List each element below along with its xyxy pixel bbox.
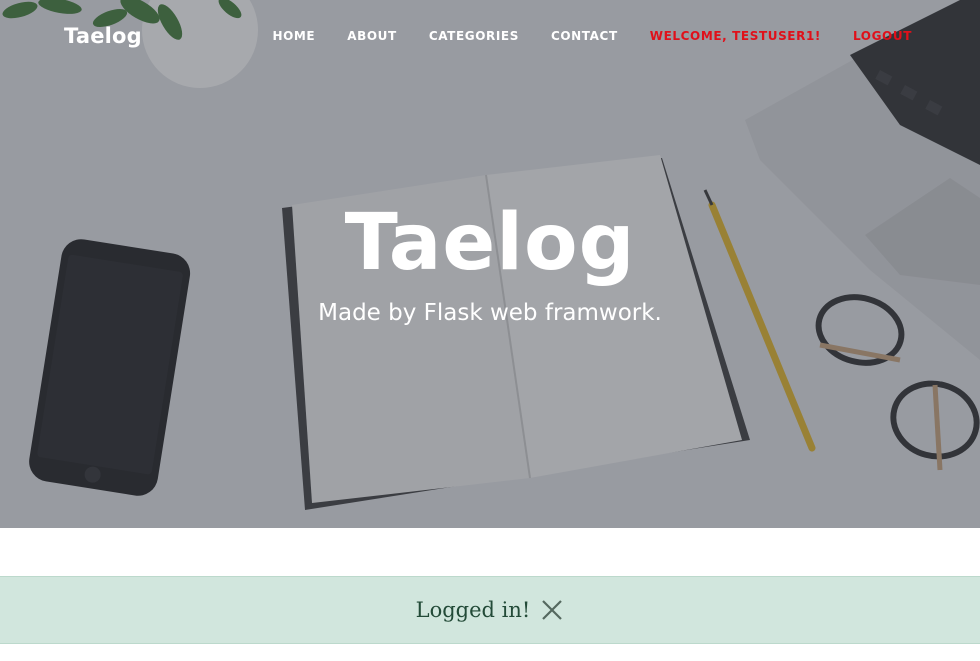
- main-nav: HOME ABOUT CATEGORIES CONTACT WELCOME, T…: [240, 29, 912, 43]
- alert-message: Logged in!: [415, 598, 531, 622]
- flash-alert: Logged in!: [0, 576, 980, 644]
- close-icon[interactable]: [540, 598, 564, 622]
- nav-about[interactable]: ABOUT: [347, 29, 397, 43]
- nav-home[interactable]: HOME: [272, 29, 315, 43]
- hero-header: Taelog HOME ABOUT CATEGORIES CONTACT WEL…: [0, 0, 980, 528]
- nav-logout[interactable]: LOGOUT: [853, 29, 912, 43]
- hero-title: Taelog: [344, 198, 636, 288]
- hero-subtitle: Made by Flask web framwork.: [318, 300, 662, 326]
- nav-contact[interactable]: CONTACT: [551, 29, 618, 43]
- nav-categories[interactable]: CATEGORIES: [429, 29, 519, 43]
- nav-welcome-user[interactable]: WELCOME, TESTUSER1!: [650, 29, 821, 43]
- brand-logo[interactable]: Taelog: [64, 24, 142, 48]
